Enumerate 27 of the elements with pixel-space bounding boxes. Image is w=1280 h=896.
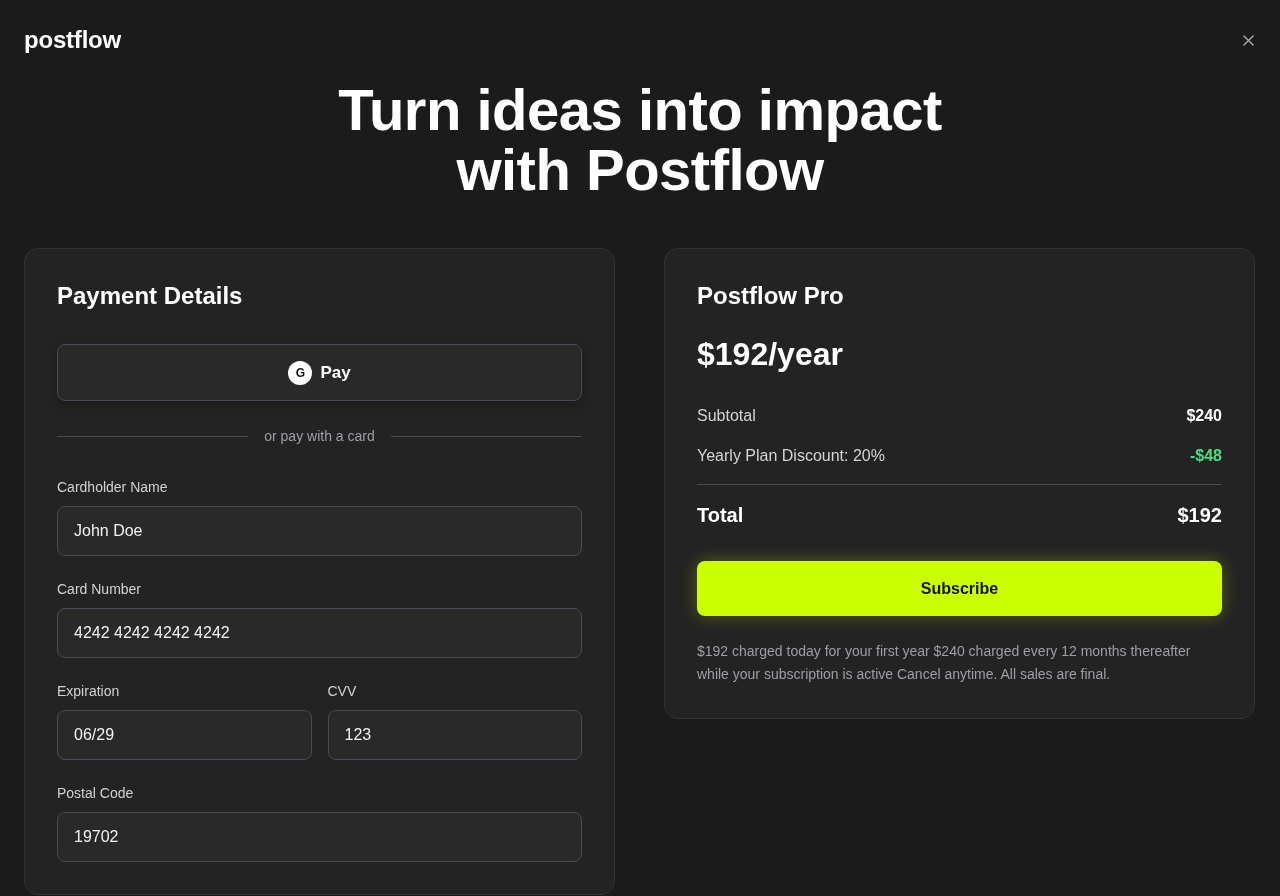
brand-logo: postflow (24, 26, 122, 54)
headline: Turn ideas into impact with Postflow (337, 80, 943, 200)
wallet-logo-icon: G (288, 360, 313, 385)
field-label: Card Number (57, 580, 143, 599)
divider-text: or pay with a card (264, 428, 375, 444)
plan-name: Postflow Pro (697, 281, 845, 311)
close-icon (1243, 34, 1254, 46)
billing-note: $192 charged today for your first year $240 charged every 12 months thereafter while your subscription is active Cancel anytime. All sales are final. (697, 642, 1192, 684)
line-label: Subtotal (697, 406, 756, 426)
line-amount: $240 (1186, 406, 1222, 426)
total-amount: $192 (1177, 503, 1222, 528)
line-label: Yearly Plan Discount: 20% (697, 446, 885, 466)
line-amount: -$48 (1189, 446, 1222, 466)
subscribe-button[interactable]: Subscribe (697, 561, 1222, 616)
payment-title: Payment Details (57, 281, 244, 311)
input-field[interactable]: 4242 4242 4242 4242 (57, 608, 582, 658)
field-label: Postal Code (57, 784, 135, 803)
plan-price: $192/year (697, 335, 844, 374)
field-label: Cardholder Name (57, 478, 169, 497)
total-label: Total (697, 503, 744, 528)
field-label: CVV (327, 682, 358, 701)
wallet-pay-button[interactable]: G Pay (57, 344, 582, 401)
input-field[interactable]: John Doe (57, 506, 582, 556)
input-field[interactable]: 123 (327, 710, 582, 760)
input-field[interactable]: 19702 (57, 812, 582, 862)
input-field[interactable]: 06/29 (57, 710, 312, 760)
field-label: Expiration (57, 682, 121, 701)
